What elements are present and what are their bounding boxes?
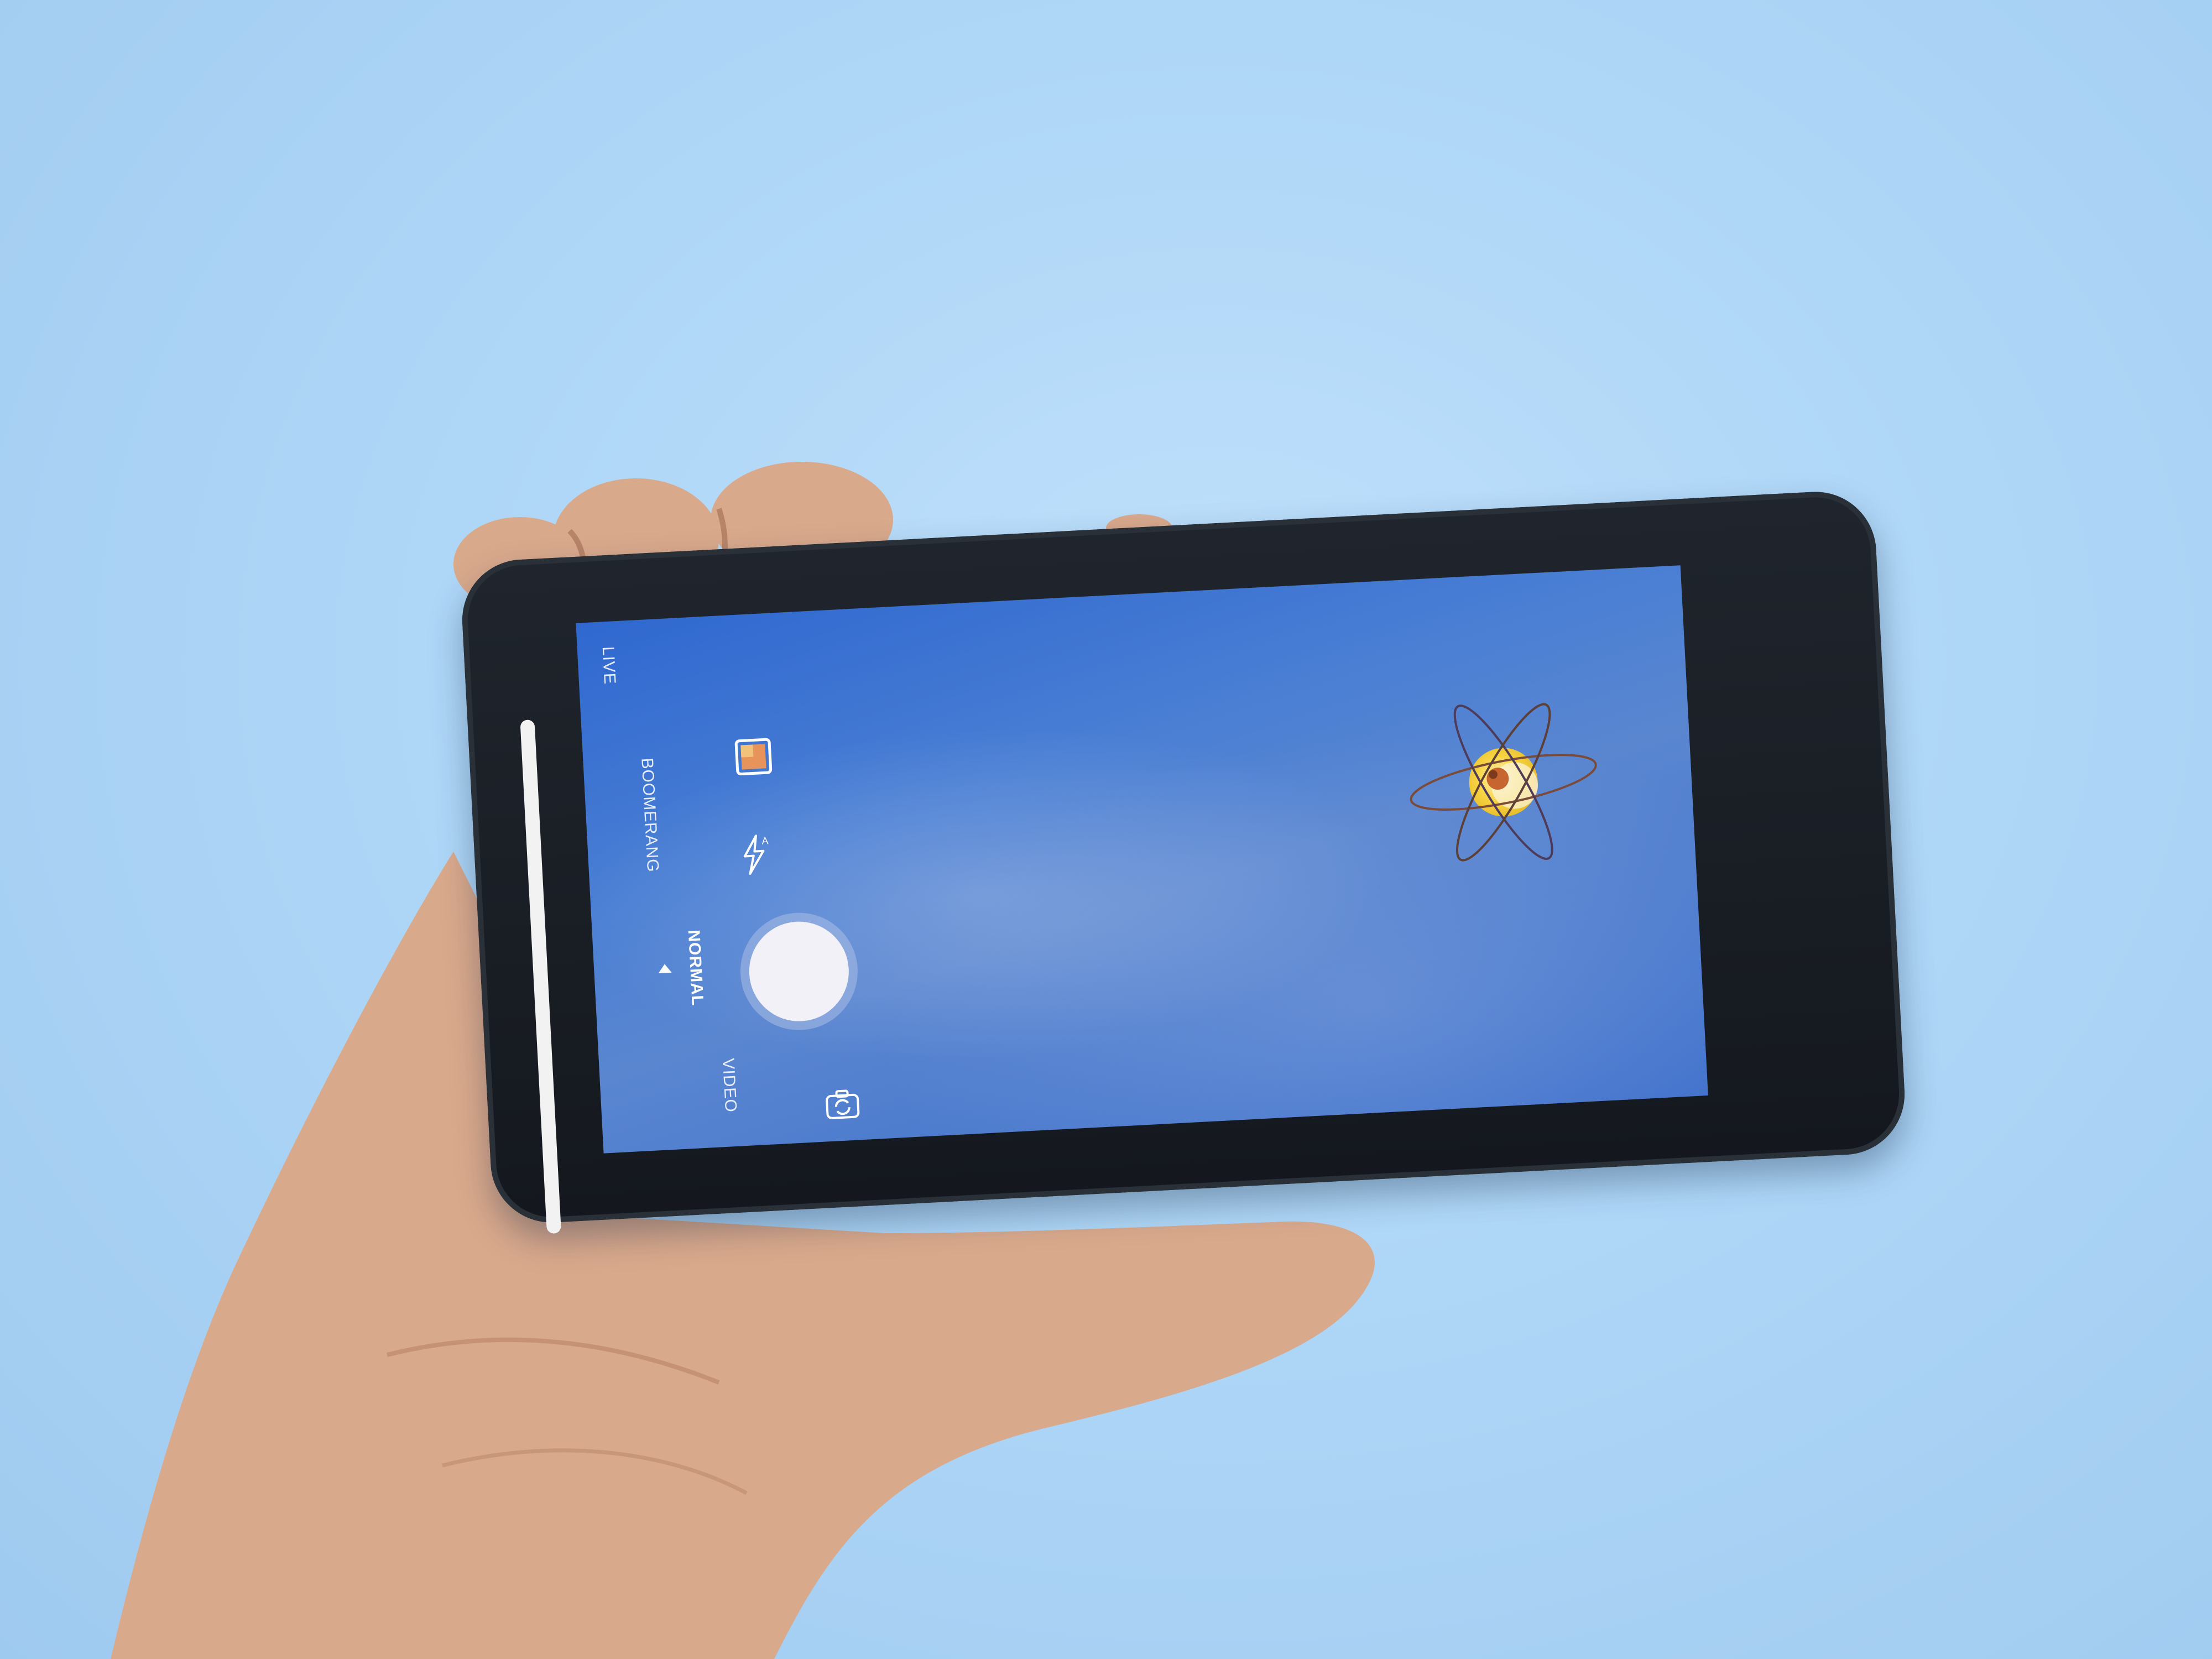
edge-light-strip [520,719,562,1234]
photo-scene: LIVE BOOMERANG NORMAL VIDEO A [0,0,2212,1659]
svg-text:A: A [761,835,769,847]
smartphone: LIVE BOOMERANG NORMAL VIDEO A [459,488,1908,1234]
atom-sticker-icon[interactable] [1394,686,1613,879]
gallery-icon[interactable] [731,735,775,779]
mode-normal[interactable]: NORMAL [684,930,707,1006]
flip-camera-icon[interactable] [822,1084,864,1126]
mode-indicator-icon [658,963,672,973]
mode-live[interactable]: LIVE [598,646,619,685]
camera-viewfinder[interactable]: LIVE BOOMERANG NORMAL VIDEO A [576,565,1708,1154]
mode-boomerang[interactable]: BOOMERANG [637,758,662,873]
flash-auto-icon[interactable]: A [734,832,775,878]
face-filter-icon[interactable] [842,1152,885,1153]
shutter-button[interactable] [747,919,852,1024]
mode-video[interactable]: VIDEO [718,1058,740,1113]
gear-icon[interactable] [1660,1126,1707,1154]
